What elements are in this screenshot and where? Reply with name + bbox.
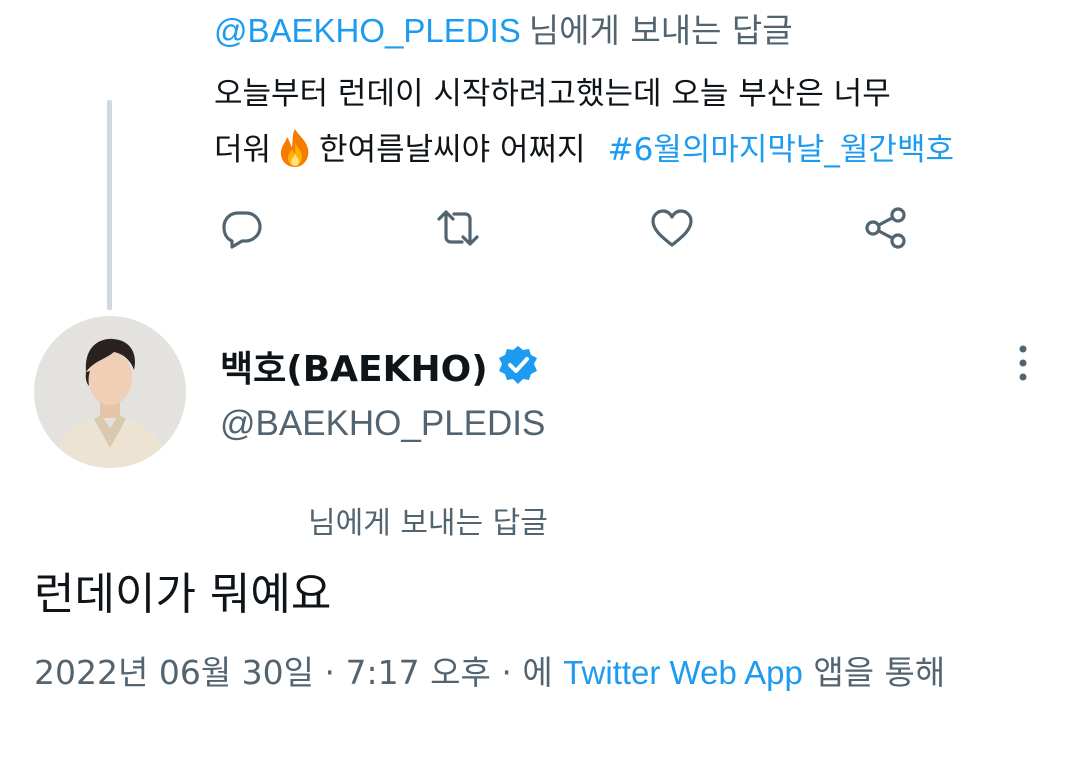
author-handle[interactable]: @BAEKHO_PLEDIS: [220, 404, 545, 444]
tweet-text: 런데이가 뭐예요: [34, 569, 332, 620]
parent-tweet-text-part: 더워: [214, 132, 272, 168]
meta-separator: ·: [314, 653, 346, 692]
hashtag-link[interactable]: #6월의마지막날_월간백호: [608, 132, 954, 168]
via-prefix: 에: [522, 653, 564, 692]
thread-connector-line: [107, 100, 112, 310]
heart-icon: [651, 209, 693, 247]
reply-icon: [222, 211, 262, 249]
share-button[interactable]: [862, 204, 910, 252]
avatar[interactable]: [34, 316, 186, 468]
tweet-date[interactable]: 2022년 06월 30일: [34, 653, 314, 692]
source-app-link[interactable]: Twitter Web App: [563, 654, 803, 691]
tweet-time[interactable]: 7:17 오후: [346, 653, 491, 692]
parent-tweet-text-line-1: 오늘부터 런데이 시작하려고했는데 오늘 부산은 너무: [214, 76, 891, 112]
tweet-metadata: 2022년 06월 30일 · 7:17 오후 · 에 Twitter Web …: [34, 646, 1044, 700]
retweet-button[interactable]: [434, 204, 482, 252]
parent-tweet-text-line-2: 더워 한여름날씨야 어쩌지 #6월의마지막날_월간백호: [214, 124, 954, 170]
reply-context-bottom: 님에게 보내는 답글: [308, 506, 548, 541]
reply-context-suffix: 님에게 보내는 답글: [528, 11, 793, 50]
parent-tweet-text-part: 한여름날씨야 어쩌지: [319, 132, 586, 168]
more-options-icon[interactable]: [1008, 342, 1038, 384]
meta-separator: ·: [490, 653, 523, 692]
fire-icon: [273, 126, 317, 170]
reply-button[interactable]: [218, 204, 266, 252]
like-button[interactable]: [648, 204, 696, 252]
reply-context-handle-link[interactable]: @BAEKHO_PLEDIS: [214, 12, 521, 49]
verified-badge-icon: [497, 344, 539, 386]
via-suffix: 앱을 통해: [802, 653, 946, 692]
profile-photo: [34, 316, 186, 468]
reply-context-top: @BAEKHO_PLEDIS 님에게 보내는 답글: [214, 4, 793, 52]
retweet-icon: [437, 210, 479, 246]
author-display-name[interactable]: 백호(BAEKHO): [220, 340, 488, 392]
share-icon: [865, 207, 906, 249]
